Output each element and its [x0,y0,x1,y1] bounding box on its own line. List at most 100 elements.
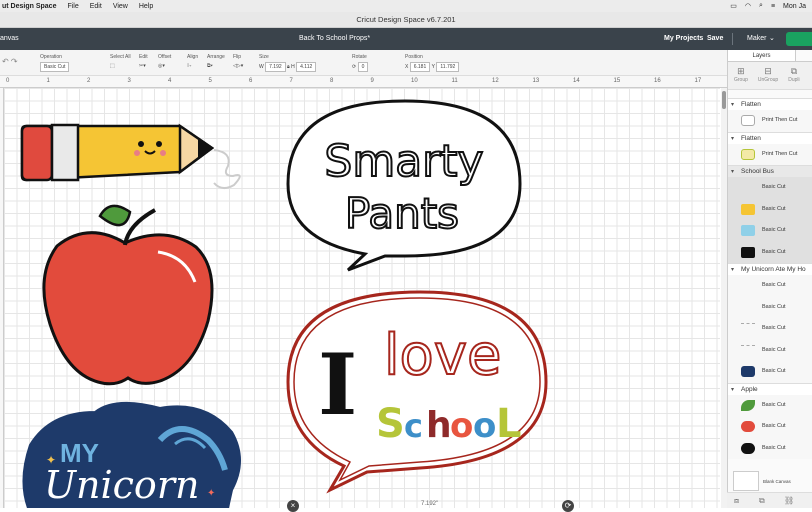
undo-icon[interactable]: ↶ ↷ [2,57,18,66]
layer-label: Basic Cut [762,444,786,451]
canvas-artwork: MY Unicorn ✦ ✦ Smarty Pants I love S c h… [20,99,548,508]
school-text: S c h o o L [376,401,522,447]
operation-select[interactable]: Basic Cut [40,62,70,72]
offset-icon[interactable]: ◎▾ [158,63,165,69]
smarty-pants-bubble[interactable]: Smarty Pants [286,99,522,272]
machine-select[interactable]: Maker [747,35,766,42]
layer-group-unicorn[interactable]: My Unicorn Ate My Ho [728,263,812,276]
smarty-text: Smarty [324,136,483,187]
ruler-tick: 10 [411,78,418,84]
slice-icon[interactable]: ⧈ [734,496,739,506]
attach-icon[interactable]: ⛓ [784,496,794,505]
unicorn-base-icon [741,366,755,377]
layer-item[interactable]: Basic Cut [728,198,812,220]
clock[interactable]: Mon Ja [783,3,806,10]
layer-item[interactable]: Basic Cut [728,339,812,361]
group-button[interactable]: ⊞ Group [734,66,748,89]
layer-item[interactable]: Basic Cut [728,275,812,297]
school-letter-h: h [426,405,452,446]
wifi-icon[interactable]: ◠ [745,2,751,10]
project-name: Back To School Props* [299,35,371,42]
horizontal-ruler: 0123456789101112131415161718 [0,76,742,88]
layer-label: Basic Cut [762,205,786,212]
apple-image[interactable] [42,204,214,386]
ruler-tick: 12 [492,78,499,84]
width-input[interactable]: 7.192 [265,62,286,72]
svg-text:✦: ✦ [46,453,56,467]
align-icon[interactable]: ⫴▾ [187,63,192,69]
ruler-tick: 17 [694,78,702,84]
app-menu[interactable]: ut Design Space [2,3,56,10]
delete-icon[interactable]: × [287,500,299,512]
menu-edit[interactable]: Edit [90,3,102,10]
layer-item[interactable]: Basic Cut [728,220,812,242]
search-icon[interactable]: ⌕ [759,2,763,10]
flip-icon[interactable]: ◁▷▾ [233,63,243,69]
height-input[interactable]: 4.112 [296,62,317,72]
select-all-icon[interactable]: ⬚ [110,63,115,69]
ruler-tick: 8 [330,78,334,84]
layer-label: Basic Cut [762,303,786,310]
apple-outline-icon [741,442,755,454]
chevron-down-icon[interactable]: ⌄ [769,34,775,42]
unicorn-sticker-image[interactable]: MY Unicorn ✦ ✦ [22,401,241,508]
menu-file[interactable]: File [67,3,78,10]
layer-label: Basic Cut [762,325,786,331]
select-all-button[interactable]: Select All [110,54,131,60]
ungroup-button[interactable]: ⊟ UnGroup [758,66,778,89]
layer-group-flatten-1[interactable]: Flatten [728,98,812,111]
layer-item[interactable]: Print Then Cut [728,110,812,132]
blank-canvas-label: Blank Canvas [763,479,791,484]
y-input[interactable]: 11.792 [436,62,460,72]
pencil-image[interactable] [20,123,241,189]
y-label: Y [431,64,435,70]
header-divider [732,33,733,45]
tab-layers[interactable]: Layers [728,50,796,61]
smarty-thumbnail-icon [741,115,755,126]
window-title: Cricut Design Space v6.7.201 [0,12,812,28]
rotate-handle-icon[interactable]: ⟳ [562,500,574,512]
unicorn-piece-icon [741,344,755,356]
big-i-text: I [318,335,357,434]
layer-group-apple[interactable]: Apple [728,382,812,396]
blank-canvas-swatch[interactable] [733,471,759,491]
my-projects-button[interactable]: My Projects [664,35,703,42]
layer-item[interactable]: Basic Cut [728,241,812,263]
layer-item[interactable]: Basic Cut [728,416,812,438]
flip-button[interactable]: Flip [233,54,243,60]
ruler-tick: 7 [289,78,293,84]
edit-icon[interactable]: ✂▾ [139,63,146,69]
layer-item[interactable]: Basic Cut [728,361,812,383]
ruler-tick: 11 [451,78,458,84]
combine-icon[interactable]: ⧉ [759,496,765,506]
battery-icon[interactable]: ▭ [730,2,737,10]
layer-item[interactable]: Basic Cut [728,318,812,340]
layer-group-flatten-2[interactable]: Flatten [728,131,812,145]
panel-bottom-bar: ⧈ ⧉ ⛓ [727,492,812,508]
rotate-input[interactable]: 0 [357,62,369,72]
offset-button[interactable]: Offset [158,54,171,60]
duplicate-button[interactable]: ⧉ Dupli [788,66,799,89]
save-button[interactable]: Save [707,35,723,42]
layer-item[interactable]: Basic Cut [728,394,812,416]
layer-item[interactable]: Basic Cut [728,296,812,318]
arrange-icon[interactable]: ⧉▾ [207,63,213,69]
scroll-thumb[interactable] [722,91,726,109]
layer-group-school-bus[interactable]: School Bus [728,165,812,178]
dimension-label: 7.192" [421,501,439,507]
edit-button[interactable]: Edit [139,54,148,60]
arrange-button[interactable]: Arrange [207,54,225,60]
menu-view[interactable]: View [113,3,128,10]
lock-icon[interactable]: 🔒︎ [287,64,290,70]
align-button[interactable]: Align [187,54,198,60]
control-center-icon[interactable]: ≡ [771,3,775,10]
x-input[interactable]: 6.181 [409,62,431,72]
layer-item[interactable]: Print Then Cut [728,143,812,165]
layer-label: Basic Cut [762,368,786,374]
design-canvas[interactable]: MY Unicorn ✦ ✦ Smarty Pants I love S c h… [4,88,720,508]
i-love-school-bubble[interactable]: I love S c h o o L [286,290,548,494]
layer-item[interactable]: Basic Cut [728,437,812,459]
layer-item[interactable]: Basic Cut [728,177,812,199]
make-button[interactable] [786,32,812,46]
menu-help[interactable]: Help [139,3,153,10]
